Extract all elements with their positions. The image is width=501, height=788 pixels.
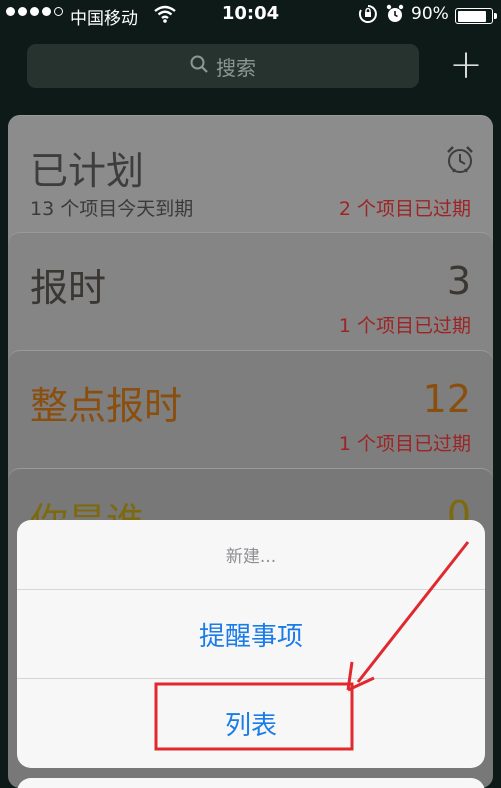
overdue-label: 1 个项目已过期 (338, 315, 471, 337)
list-count: 12 (422, 377, 471, 421)
add-button[interactable]: + (449, 45, 483, 85)
search-icon (190, 54, 208, 78)
list-title: 已计划 (30, 149, 145, 193)
new-action-sheet: 新建... 提醒事项 列表 (17, 520, 485, 768)
battery-percent: 90% (411, 4, 449, 24)
list-count: 3 (446, 259, 471, 303)
action-sheet-title: 新建... (17, 520, 485, 590)
search-placeholder: 搜索 (216, 55, 256, 80)
status-bar: 中国移动 10:04 90% (0, 0, 501, 30)
overdue-label: 2 个项目已过期 (338, 198, 471, 220)
list-title: 整点报时 (30, 384, 183, 428)
cancel-sheet-edge[interactable] (17, 778, 485, 788)
list-title: 报时 (30, 266, 107, 310)
rotation-lock-icon (358, 4, 378, 29)
new-list-button[interactable]: 列表 (17, 679, 485, 768)
alarm-status-icon (386, 4, 404, 29)
battery-icon (455, 8, 497, 24)
new-reminder-button[interactable]: 提醒事项 (17, 590, 485, 679)
search-input[interactable]: 搜索 (27, 44, 419, 88)
alarm-clock-icon (445, 144, 475, 178)
list-subtitle: 13 个项目今天到期 (30, 198, 194, 220)
overdue-label: 1 个项目已过期 (338, 433, 471, 455)
